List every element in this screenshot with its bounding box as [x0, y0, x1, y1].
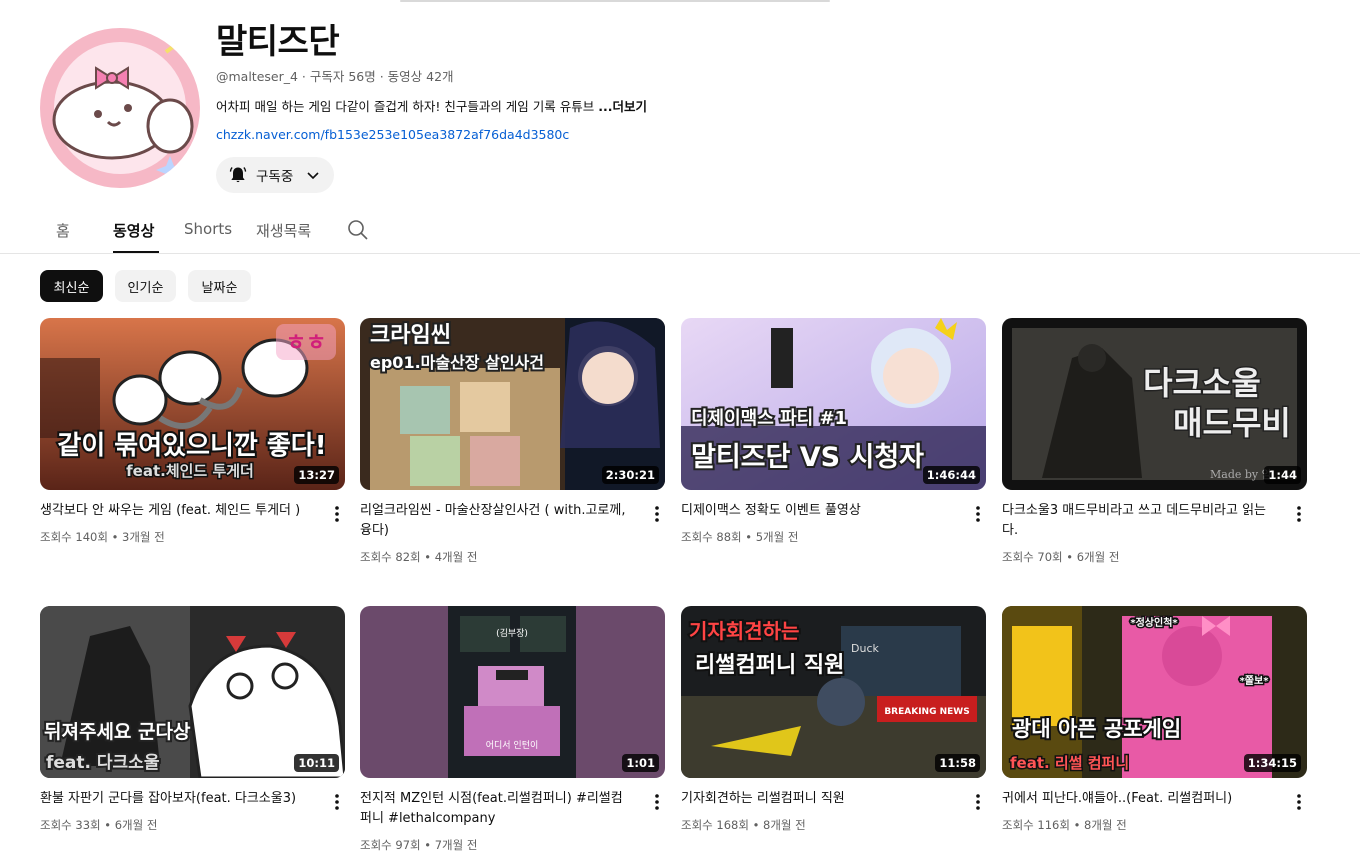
thumb-text: 기자회견하는 — [689, 619, 799, 643]
video-meta: 조회수 70회 • 6개월 전 — [1002, 550, 1120, 564]
chip-latest[interactable]: 최신순 — [40, 270, 103, 302]
thumb-text: Duck — [851, 642, 879, 655]
video-card[interactable]: ㅎㅎ 같이 묶여있으니깐 좋다! feat.체인드 투게더 13:27 생각보다… — [40, 318, 345, 544]
thumb-text: 리썰컴퍼니 직원 — [695, 653, 844, 678]
video-card[interactable]: 크라임씬 ep01.마술산장 살인사건 2:30:21 리얼크라임씬 - 마술산… — [360, 318, 665, 564]
bell-icon — [229, 167, 247, 183]
video-card[interactable]: 디제이맥스 파티 #1 말티즈단 VS 시청자 1:46:44 디제이맥스 정확… — [681, 318, 986, 544]
thumb-text: ep01.마술산장 살인사건 — [370, 353, 544, 372]
duration-badge: 13:27 — [294, 466, 339, 484]
thumb-text: *정상인척* — [1130, 616, 1178, 629]
description-text: 어차피 매일 하는 게임 다같이 즐겁게 하자! 친구들과의 게임 기록 유튜브 — [216, 99, 599, 114]
thumb-text: 크라임씬 — [370, 323, 451, 348]
subscribe-button[interactable]: 구독중 — [216, 157, 334, 193]
more-link[interactable]: ...더보기 — [598, 99, 647, 114]
more-vert-icon[interactable] — [1291, 792, 1307, 812]
video-card[interactable]: (김부장) 어디서 인턴이 1:01 전지적 MZ인턴 시점(feat.리썰컴퍼… — [360, 606, 665, 852]
thumb-text: 매드무비 — [1173, 404, 1291, 442]
more-vert-icon[interactable] — [1291, 504, 1307, 524]
video-title[interactable]: 전지적 MZ인턴 시점(feat.리썰컴퍼니) #리썰컴퍼니 #lethalco… — [360, 789, 632, 829]
video-card[interactable]: 기자회견하는 리썰컴퍼니 직원 BREAKING NEWS Duck 11:58… — [681, 606, 986, 832]
channel-avatar[interactable] — [40, 28, 200, 188]
chip-oldest[interactable]: 날짜순 — [188, 270, 251, 302]
thumb-text: *쫄보* — [1240, 675, 1270, 687]
thumb-text: feat. 다크소울 — [46, 753, 160, 773]
video-meta: 조회수 140회 • 3개월 전 — [40, 530, 165, 544]
thumb-text: 말티즈단 VS 시청자 — [691, 442, 924, 473]
video-title[interactable]: 생각보다 안 싸우는 게임 (feat. 체인드 투게더 ) — [40, 501, 312, 521]
thumb-text: 광대 아픈 공포게임 — [1012, 717, 1181, 741]
tab-playlists[interactable]: 재생목록 — [256, 220, 311, 241]
more-vert-icon[interactable] — [329, 504, 345, 524]
channel-link[interactable]: chzzk.naver.com/fb153e253e105ea3872af76d… — [216, 127, 569, 142]
video-meta: 조회수 33회 • 6개월 전 — [40, 818, 158, 832]
thumb-text: (김부장) — [496, 627, 528, 639]
thumb-text: feat.체인드 투게더 — [126, 462, 254, 480]
thumb-text: Made by 암 — [1210, 468, 1272, 481]
video-title[interactable]: 귀에서 피난다.얘들아..(Feat. 리썰컴퍼니) — [1002, 789, 1274, 809]
video-meta: 조회수 88회 • 5개월 전 — [681, 530, 799, 544]
video-meta: 조회수 82회 • 4개월 전 — [360, 550, 478, 564]
channel-name: 말티즈단 — [216, 22, 340, 62]
thumb-text: BREAKING NEWS — [884, 707, 969, 717]
tab-shorts[interactable]: Shorts — [184, 220, 232, 238]
more-vert-icon[interactable] — [970, 792, 986, 812]
video-meta: 조회수 168회 • 8개월 전 — [681, 818, 806, 832]
tab-videos[interactable]: 동영상 — [113, 220, 154, 241]
duration-badge: 10:11 — [294, 754, 339, 772]
video-title[interactable]: 기자회견하는 리썰컴퍼니 직원 — [681, 789, 953, 809]
video-title[interactable]: 환불 자판기 군다를 잡아보자(feat. 다크소울3) — [40, 789, 312, 809]
tab-home[interactable]: 홈 — [56, 220, 70, 241]
channel-tabs: 홈 동영상 Shorts 재생목록 — [0, 208, 1360, 254]
duration-badge: 1:01 — [622, 754, 659, 772]
duration-badge: 1:34:15 — [1243, 754, 1301, 772]
video-card[interactable]: 다크소울 매드무비 Made by 암 1:44 다크소울3 매드무비라고 쓰고… — [1002, 318, 1307, 564]
more-vert-icon[interactable] — [329, 792, 345, 812]
active-tab-indicator — [113, 251, 159, 253]
chip-popular[interactable]: 인기순 — [115, 270, 176, 302]
thumb-text: ㅎㅎ — [286, 331, 326, 356]
search-icon[interactable] — [346, 218, 370, 242]
video-card[interactable]: *정상인척* *쫄보* 광대 아픈 공포게임 feat. 리썰 컴퍼니 1:34… — [1002, 606, 1307, 832]
video-thumbnail[interactable]: 뒤져주세요 군다상 feat. 다크소울 10:11 — [40, 606, 345, 778]
video-thumbnail[interactable]: (김부장) 어디서 인턴이 1:01 — [360, 606, 665, 778]
thumb-text: 같이 묶여있으니깐 좋다! — [57, 431, 326, 461]
video-thumbnail[interactable]: 크라임씬 ep01.마술산장 살인사건 2:30:21 — [360, 318, 665, 490]
thumb-text: feat. 리썰 컴퍼니 — [1010, 754, 1129, 772]
more-vert-icon[interactable] — [649, 504, 665, 524]
video-thumbnail[interactable]: 디제이맥스 파티 #1 말티즈단 VS 시청자 1:46:44 — [681, 318, 986, 490]
duration-badge: 1:44 — [1264, 466, 1301, 484]
more-vert-icon[interactable] — [649, 792, 665, 812]
video-meta: 조회수 97회 • 7개월 전 — [360, 838, 478, 852]
video-meta: 조회수 116회 • 8개월 전 — [1002, 818, 1127, 832]
thumb-text: 뒤져주세요 군다상 — [44, 721, 191, 743]
video-thumbnail[interactable]: ㅎㅎ 같이 묶여있으니깐 좋다! feat.체인드 투게더 13:27 — [40, 318, 345, 490]
more-vert-icon[interactable] — [970, 504, 986, 524]
scroll-indicator — [400, 0, 830, 2]
chevron-down-icon — [307, 172, 319, 180]
video-title[interactable]: 다크소울3 매드무비라고 쓰고 데드무비라고 읽는다. — [1002, 501, 1274, 541]
video-title[interactable]: 디제이맥스 정확도 이벤트 풀영상 — [681, 501, 953, 521]
thumb-text: 어디서 인턴이 — [486, 740, 539, 751]
thumb-text: 디제이맥스 파티 #1 — [691, 408, 847, 429]
duration-badge: 1:46:44 — [922, 466, 980, 484]
thumb-text: 다크소울 — [1143, 364, 1261, 402]
video-card[interactable]: 뒤져주세요 군다상 feat. 다크소울 10:11 환불 자판기 군다를 잡아… — [40, 606, 345, 832]
video-thumbnail[interactable]: 다크소울 매드무비 Made by 암 1:44 — [1002, 318, 1307, 490]
duration-badge: 11:58 — [935, 754, 980, 772]
subscribe-label: 구독중 — [256, 169, 294, 185]
video-thumbnail[interactable]: *정상인척* *쫄보* 광대 아픈 공포게임 feat. 리썰 컴퍼니 1:34… — [1002, 606, 1307, 778]
duration-badge: 2:30:21 — [601, 466, 659, 484]
video-thumbnail[interactable]: 기자회견하는 리썰컴퍼니 직원 BREAKING NEWS Duck 11:58 — [681, 606, 986, 778]
channel-description[interactable]: 어차피 매일 하는 게임 다같이 즐겁게 하자! 친구들과의 게임 기록 유튜브… — [216, 96, 647, 115]
video-title[interactable]: 리얼크라임씬 - 마술산장살인사건 ( with.고로께, 융다) — [360, 501, 632, 541]
channel-meta: @malteser_4 · 구독자 56명 · 동영상 42개 — [216, 69, 454, 84]
